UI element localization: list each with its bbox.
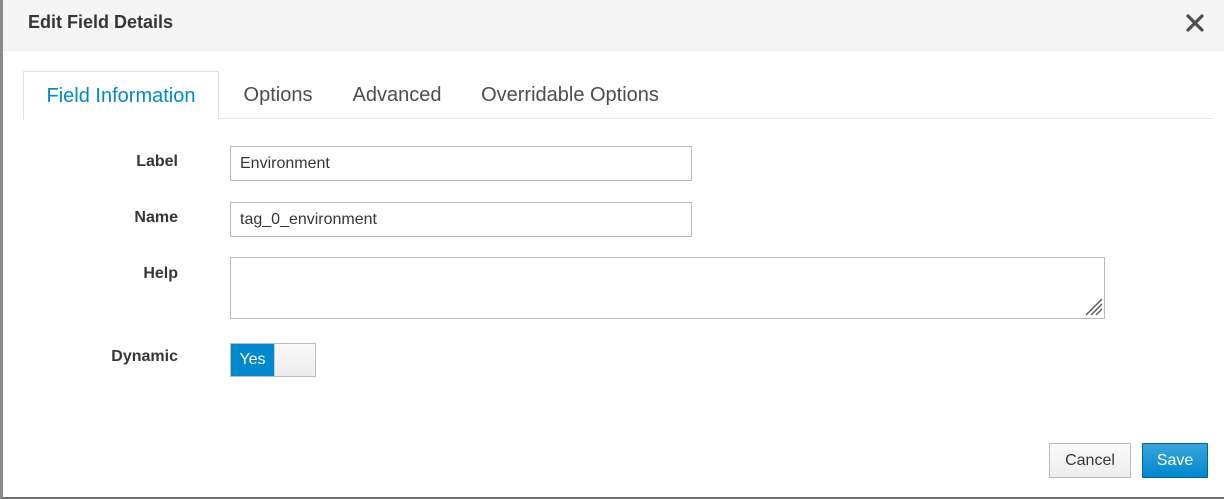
label-field-label: Label bbox=[136, 153, 178, 170]
modal-header: Edit Field Details bbox=[3, 0, 1224, 51]
tab-overridable-options[interactable]: Overridable Options bbox=[467, 71, 673, 119]
label-input[interactable] bbox=[230, 146, 692, 181]
close-button[interactable] bbox=[1182, 10, 1208, 36]
dynamic-toggle[interactable]: Yes bbox=[230, 343, 316, 377]
name-input[interactable] bbox=[230, 202, 692, 237]
cancel-button[interactable]: Cancel bbox=[1049, 443, 1131, 478]
tab-options[interactable]: Options bbox=[229, 71, 327, 119]
tab-bar: Field Information Options Advanced Overr… bbox=[23, 71, 1213, 120]
resize-grip[interactable] bbox=[1081, 294, 1103, 316]
dynamic-field-label: Dynamic bbox=[111, 348, 178, 365]
edit-field-modal: Edit Field Details Field Information Opt… bbox=[3, 0, 1224, 497]
tab-advanced[interactable]: Advanced bbox=[341, 71, 453, 119]
save-button[interactable]: Save bbox=[1142, 443, 1208, 478]
toggle-on-label: Yes bbox=[231, 344, 274, 376]
help-textarea[interactable] bbox=[230, 257, 1105, 319]
tab-field-information[interactable]: Field Information bbox=[23, 71, 219, 120]
help-field-label: Help bbox=[143, 265, 178, 282]
name-field-label: Name bbox=[134, 209, 178, 226]
modal-title: Edit Field Details bbox=[28, 12, 174, 32]
close-icon bbox=[1186, 14, 1204, 32]
resize-grip-icon bbox=[1085, 298, 1103, 316]
toggle-handle bbox=[274, 344, 315, 376]
